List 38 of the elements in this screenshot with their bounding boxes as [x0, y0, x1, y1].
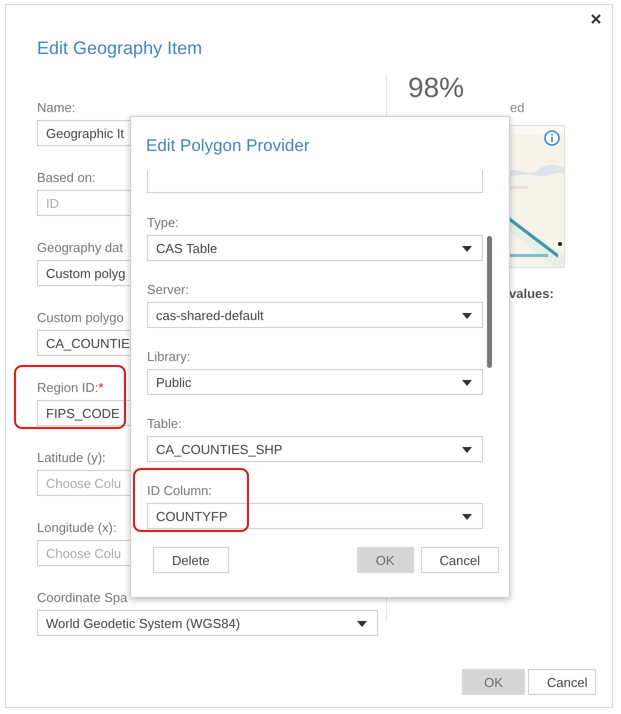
percent-value: 98%: [408, 72, 466, 104]
field-label: Name:: [37, 100, 76, 115]
input-field[interactable]: [147, 170, 483, 193]
field-label: Server:: [147, 282, 189, 297]
caret-icon: [462, 447, 472, 453]
delete-button[interactable]: Delete: [153, 547, 229, 573]
cancel-button[interactable]: Cancel: [420, 547, 499, 573]
field-label: ID Column:: [147, 483, 212, 498]
input-field[interactable]: World Geodetic System (WGS84): [37, 610, 378, 636]
field-label: Coordinate Spa: [37, 590, 128, 605]
field-label: Table:: [147, 416, 182, 431]
field-label: Longitude (x):: [37, 520, 116, 535]
close-icon[interactable]: [591, 14, 601, 24]
values-label: values:: [509, 286, 555, 301]
dropdown-field[interactable]: COUNTYFP: [147, 503, 483, 529]
scrollbar[interactable]: [487, 236, 492, 368]
dropdown-field[interactable]: CAS Table: [147, 235, 483, 261]
field-label: Latitude (y):: [37, 450, 106, 465]
field-label: Library:: [147, 349, 190, 364]
caret-icon: [462, 313, 472, 319]
caption: ed: [510, 100, 526, 116]
caret-icon: [357, 621, 367, 627]
field-label: Based on:: [37, 170, 96, 185]
field-label: Geography dat: [37, 240, 124, 255]
field-label: Custom polygo: [37, 310, 124, 325]
caret-icon: [462, 514, 472, 520]
caret-icon: [462, 380, 472, 386]
cancel-button[interactable]: Cancel: [528, 669, 596, 695]
dropdown-field[interactable]: Public: [147, 369, 483, 395]
dropdown-field[interactable]: cas-shared-default: [147, 302, 483, 328]
required-mark: *: [98, 380, 104, 395]
dialog-title: Edit Geography Item: [37, 38, 204, 60]
caret-icon: [462, 246, 472, 252]
dialog-title: Edit Polygon Provider: [146, 136, 310, 157]
dropdown-field[interactable]: CA_COUNTIES_SHP: [147, 436, 483, 462]
field-label: Region ID:: [37, 380, 98, 395]
info-icon[interactable]: [544, 130, 560, 146]
field-label: Type:: [147, 215, 179, 230]
